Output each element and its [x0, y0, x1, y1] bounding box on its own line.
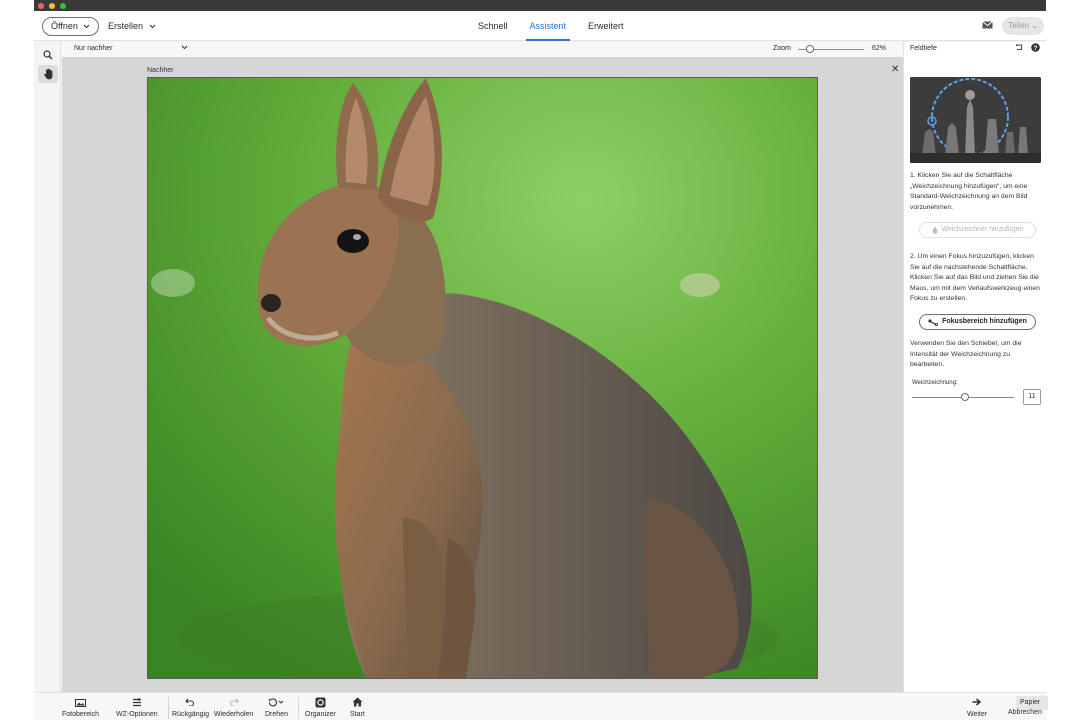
tab-guided[interactable]: Assistent — [525, 11, 571, 41]
slider-hint-text: Verwenden Sie den Schieber, um die Inten… — [910, 340, 1022, 368]
cancel-label: Abbrechen — [1008, 709, 1042, 716]
chevron-down-icon — [83, 24, 90, 29]
photo-bin-label: Fotobereich — [62, 711, 99, 718]
droplet-icon — [932, 226, 937, 234]
blur-label: Weichzeichnung: — [912, 380, 958, 386]
chevron-down-icon — [181, 45, 188, 50]
image-canvas: Nachher ✕ — [62, 57, 904, 692]
view-select[interactable]: Nur nachher — [74, 45, 188, 52]
rotate-button[interactable]: Drehen — [265, 696, 288, 718]
add-blur-button[interactable]: Weichzeichner hinzufügen — [919, 222, 1036, 238]
undo-icon — [185, 698, 195, 706]
app-window: Öffnen Erstellen Schnell Assistent Erwei… — [34, 0, 1048, 720]
photo-bin-icon — [74, 698, 86, 707]
mail-icon[interactable] — [982, 21, 993, 29]
close-window-button[interactable] — [38, 3, 44, 9]
rotate-label: Drehen — [265, 711, 288, 718]
zoom-tool[interactable] — [38, 46, 58, 64]
reset-icon[interactable] — [1015, 43, 1024, 52]
zoom-slider-handle[interactable] — [805, 45, 814, 53]
photo[interactable] — [147, 77, 818, 679]
chess-thumbnail — [910, 77, 1041, 163]
gradient-tool-icon — [928, 318, 939, 326]
tool-options-label: WZ-Optionen — [116, 711, 158, 718]
blur-value-field[interactable]: 11 — [1023, 389, 1041, 405]
blur-slider-handle[interactable] — [961, 393, 970, 401]
zoom-value: 62% — [872, 45, 887, 52]
tool-options-button[interactable]: WZ-Optionen — [116, 696, 158, 718]
rotate-icon — [268, 697, 284, 706]
share-label: Teilen — [1008, 21, 1029, 30]
redo-button[interactable]: Wiederholen — [214, 696, 253, 718]
next-label: Weiter — [967, 711, 988, 718]
tool-options-icon — [132, 697, 141, 706]
window-title-bar — [34, 0, 1046, 11]
tab-quick[interactable]: Schnell — [474, 11, 512, 41]
mode-tabs: Schnell Assistent Erweitert — [474, 11, 628, 41]
home-button[interactable]: Start — [350, 696, 365, 718]
step1-text: 1. Klicken Sie auf die Schaltfläche „Wei… — [910, 172, 1028, 211]
view-label: Nachher — [147, 67, 174, 74]
close-icon[interactable]: ✕ — [891, 64, 899, 75]
hand-icon — [43, 68, 52, 80]
add-focus-button[interactable]: Fokusbereich hinzufügen — [919, 314, 1036, 330]
chevron-down-icon: ⌄ — [1031, 21, 1038, 30]
next-button[interactable]: Weiter — [967, 696, 987, 718]
undo-label: Rückgängig — [172, 711, 209, 718]
top-toolbar: Öffnen Erstellen Schnell Assistent Erwei… — [34, 11, 1046, 41]
guided-panel: Feldtiefe ? 1. Klicken Sie auf die Schal… — [903, 42, 1046, 692]
panel-title: Feldtiefe — [910, 45, 937, 52]
create-menu[interactable]: Erstellen — [108, 21, 156, 31]
maximize-window-button[interactable] — [60, 3, 66, 9]
mara-image — [148, 78, 817, 678]
minimize-window-button[interactable] — [49, 3, 55, 9]
tool-options-row: Nur nachher Zoom 62% — [62, 42, 902, 57]
svg-text:?: ? — [1034, 45, 1038, 52]
open-label: Öffnen — [51, 21, 78, 31]
bottom-bar: Fotobereich WZ-Optionen Rückgängig Wiede… — [34, 692, 1048, 720]
redo-label: Wiederholen — [214, 711, 254, 718]
home-icon — [352, 697, 363, 707]
chess-pieces-icon — [910, 77, 1041, 163]
separator — [168, 697, 169, 719]
zoom-label: Zoom — [773, 45, 791, 52]
separator — [298, 697, 299, 719]
cancel-button[interactable]: Abbrechen — [1008, 709, 1042, 716]
step2-text: 2. Um einen Fokus hinzuzufügen, klicken … — [910, 253, 1040, 302]
redo-icon — [229, 698, 239, 706]
tab-expert[interactable]: Erweitert — [584, 11, 628, 41]
undo-button[interactable]: Rückgängig — [172, 696, 209, 718]
create-label: Erstellen — [108, 21, 144, 31]
chevron-down-icon — [149, 24, 156, 28]
share-button[interactable]: Teilen ⌄ — [1002, 17, 1044, 35]
hand-tool[interactable] — [38, 65, 58, 83]
search-icon — [43, 50, 53, 60]
organizer-button[interactable]: Organizer — [305, 696, 336, 718]
add-focus-label: Fokusbereich hinzufügen — [942, 318, 1027, 325]
tool-bar — [34, 42, 61, 692]
add-blur-label: Weichzeichner hinzufügen — [941, 226, 1024, 233]
photo-bin-button[interactable]: Fotobereich — [62, 696, 99, 718]
paper-tab[interactable]: Papier — [1016, 696, 1048, 710]
home-label: Start — [350, 711, 365, 718]
arrow-right-icon — [972, 698, 982, 706]
view-select-value: Nur nachher — [74, 45, 113, 52]
help-icon[interactable]: ? — [1031, 43, 1040, 52]
panel-actions: ? — [1015, 43, 1040, 52]
organizer-label: Organizer — [305, 711, 336, 718]
organizer-icon — [315, 697, 326, 707]
open-button[interactable]: Öffnen — [42, 17, 99, 36]
